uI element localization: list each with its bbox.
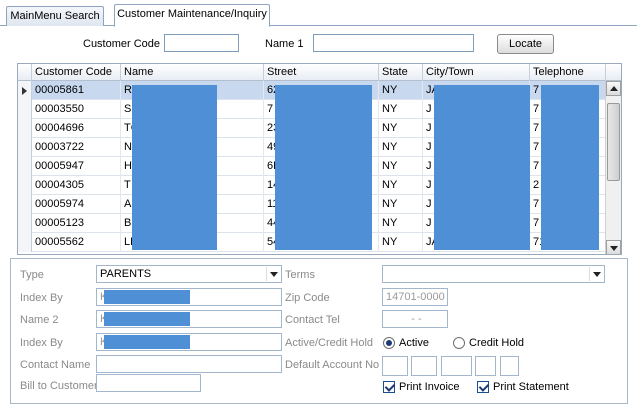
account-segment-1[interactable] [382,356,408,376]
col-name[interactable]: Name [121,64,264,81]
col-customer-code[interactable]: Customer Code [32,64,121,81]
arrow-up-icon [610,86,618,91]
row-header[interactable] [18,195,32,214]
cell-state: NY [379,81,423,100]
customer-grid: Customer Code Name Street State City/Tow… [17,63,622,255]
account-segment-5[interactable] [500,356,519,376]
type-label: Type [20,269,44,281]
contact-tel-label: Contact Tel [285,314,340,326]
locate-button[interactable]: Locate [497,34,554,54]
bill-to-label: Bill to Customer [20,380,98,392]
col-telephone[interactable]: Telephone [530,64,606,81]
redaction-name2 [104,312,190,326]
row-header[interactable] [18,157,32,176]
type-select[interactable]: PARENTS [96,265,282,283]
active-credit-label: Active/Credit Hold [285,337,374,349]
cell-state: NY [379,195,423,214]
account-segment-4[interactable] [475,356,496,376]
redaction-street [275,85,372,250]
cell-code: 00004696 [32,119,121,138]
cell-state: NY [379,233,423,252]
name1-label: Name 1 [265,38,304,50]
row-header[interactable] [18,176,32,195]
cell-code: 00005947 [32,157,121,176]
row-header[interactable] [18,119,32,138]
row-header[interactable] [18,233,32,252]
credit-hold-radio[interactable] [453,337,465,349]
bill-to-input[interactable] [96,374,201,392]
row-header-corner [18,64,32,81]
index-by-label: Index By [20,292,63,304]
grid-vertical-scrollbar[interactable] [605,81,621,254]
print-invoice-label: Print Invoice [399,381,460,393]
chevron-down-icon[interactable] [266,267,280,281]
customer-detail-panel: Type PARENTS Terms Index By K Zip Code 1… [10,258,628,404]
terms-label: Terms [285,269,315,281]
cell-code: 00003722 [32,138,121,157]
redaction-name [132,85,217,250]
cell-state: NY [379,119,423,138]
account-segment-2[interactable] [411,356,437,376]
grid-header: Customer Code Name Street State City/Tow… [18,64,621,81]
scroll-thumb[interactable] [607,103,620,181]
cell-state: NY [379,100,423,119]
row-header[interactable] [18,100,32,119]
cell-state: NY [379,157,423,176]
col-street[interactable]: Street [264,64,379,81]
name1-input[interactable] [313,34,474,52]
tab-strip: MainMenu Search Customer Maintenance/Inq… [0,0,637,27]
chevron-down-icon[interactable] [589,267,603,281]
default-account-label: Default Account No [285,359,380,371]
redaction-telephone [541,85,599,250]
index-by2-label: Index By [20,337,63,349]
zip-code-label: Zip Code [285,292,330,304]
customer-maintenance-window: MainMenu Search Customer Maintenance/Inq… [0,0,637,412]
credit-hold-radio-label: Credit Hold [469,337,525,349]
tab-mainmenu-search[interactable]: MainMenu Search [6,6,104,26]
contact-tel-input[interactable]: - - [382,310,448,328]
cell-code: 00005974 [32,195,121,214]
cell-code: 00005562 [32,233,121,252]
type-value: PARENTS [100,268,152,280]
terms-select[interactable] [382,265,605,283]
row-header[interactable] [18,81,32,100]
cell-code: 00004305 [32,176,121,195]
col-city[interactable]: City/Town [423,64,530,81]
row-header[interactable] [18,214,32,233]
customer-code-input[interactable] [164,34,239,52]
cell-code: 00005123 [32,214,121,233]
zip-code-input[interactable]: 14701-0000 [382,288,448,306]
tab-customer-maintenance[interactable]: Customer Maintenance/Inquiry [114,4,270,27]
cell-state: NY [379,176,423,195]
cell-state: NY [379,214,423,233]
tab-label: Customer Maintenance/Inquiry [117,8,267,20]
scroll-up-button[interactable] [606,81,621,96]
row-header[interactable] [18,138,32,157]
redaction-index-by2 [104,335,190,349]
print-invoice-checkbox[interactable] [383,381,395,393]
name2-label: Name 2 [20,314,59,326]
active-radio-label: Active [399,337,429,349]
print-statement-checkbox[interactable] [477,381,489,393]
scroll-down-button[interactable] [606,240,621,254]
cell-code: 00003550 [32,100,121,119]
redaction-city [434,85,530,250]
arrow-down-icon [610,246,618,251]
customer-code-label: Customer Code [83,38,161,50]
contact-name-input[interactable] [96,355,282,373]
contact-name-label: Contact Name [20,359,91,371]
print-statement-label: Print Statement [493,381,569,393]
active-radio[interactable] [383,337,395,349]
cell-code: 00005861 [32,81,121,100]
current-row-arrow-icon [22,87,27,95]
cell-state: NY [379,138,423,157]
account-segment-3[interactable] [441,356,472,376]
tab-label: MainMenu Search [10,10,100,22]
col-state[interactable]: State [379,64,423,81]
redaction-index-by [104,290,190,304]
